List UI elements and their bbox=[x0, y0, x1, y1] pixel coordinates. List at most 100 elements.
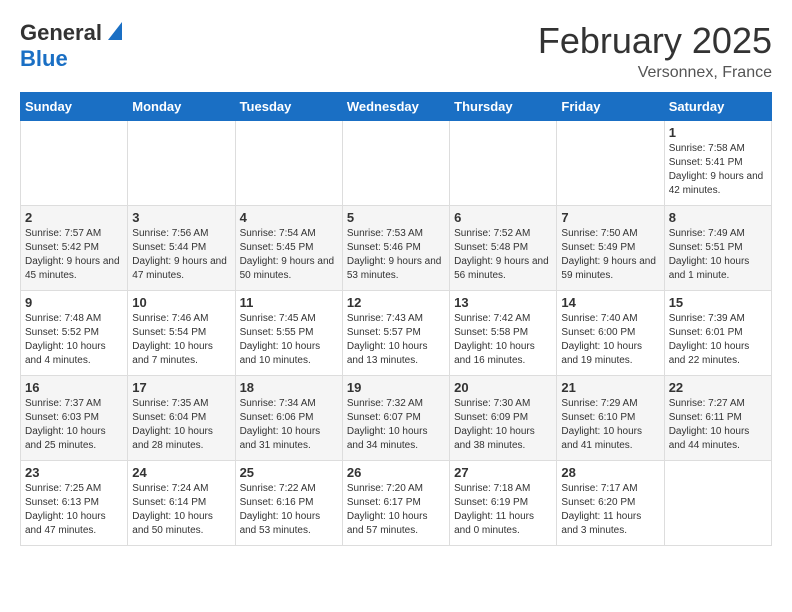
calendar-cell: 17 Sunrise: 7:35 AM Sunset: 6:04 PM Dayli… bbox=[128, 376, 235, 461]
calendar-cell: 9 Sunrise: 7:48 AM Sunset: 5:52 PM Daylig… bbox=[21, 291, 128, 376]
calendar-cell: 7 Sunrise: 7:50 AM Sunset: 5:49 PM Daylig… bbox=[557, 206, 664, 291]
calendar-cell: 8 Sunrise: 7:49 AM Sunset: 5:51 PM Daylig… bbox=[664, 206, 771, 291]
calendar-cell: 26 Sunrise: 7:20 AM Sunset: 6:17 PM Dayli… bbox=[342, 461, 449, 546]
day-info: Sunrise: 7:57 AM Sunset: 5:42 PM Dayligh… bbox=[25, 227, 123, 283]
day-number: 7 bbox=[561, 210, 659, 225]
day-number: 15 bbox=[669, 295, 767, 310]
calendar-cell: 24 Sunrise: 7:24 AM Sunset: 6:14 PM Dayli… bbox=[128, 461, 235, 546]
calendar-cell: 20Sunrise: 7:30 AM Sunset: 6:09 PM Dayli… bbox=[450, 376, 557, 461]
day-info: Sunrise: 7:20 AM Sunset: 6:17 PM Dayligh… bbox=[347, 482, 445, 538]
calendar-cell: 28 Sunrise: 7:17 AM Sunset: 6:20 PM Dayli… bbox=[557, 461, 664, 546]
calendar-cell: 19 Sunrise: 7:32 AM Sunset: 6:07 PM Dayli… bbox=[342, 376, 449, 461]
calendar-cell bbox=[21, 121, 128, 206]
day-number: 28 bbox=[561, 465, 659, 480]
calendar-cell: 11 Sunrise: 7:45 AM Sunset: 5:55 PM Dayli… bbox=[235, 291, 342, 376]
day-number: 12 bbox=[347, 295, 445, 310]
day-info: Sunrise: 7:27 AM Sunset: 6:11 PM Dayligh… bbox=[669, 397, 767, 453]
calendar-cell bbox=[664, 461, 771, 546]
calendar-cell: 14 Sunrise: 7:40 AM Sunset: 6:00 PM Dayli… bbox=[557, 291, 664, 376]
calendar-header-sunday: Sunday bbox=[21, 93, 128, 121]
calendar-cell: 13 Sunrise: 7:42 AM Sunset: 5:58 PM Dayli… bbox=[450, 291, 557, 376]
calendar-week-row: 16 Sunrise: 7:37 AM Sunset: 6:03 PM Dayli… bbox=[21, 376, 772, 461]
day-number: 20 bbox=[454, 380, 552, 395]
calendar-cell bbox=[342, 121, 449, 206]
day-info: Sunrise: 7:53 AM Sunset: 5:46 PM Dayligh… bbox=[347, 227, 445, 283]
day-number: 8 bbox=[669, 210, 767, 225]
day-info: Sunrise: 7:40 AM Sunset: 6:00 PM Dayligh… bbox=[561, 312, 659, 368]
logo: General Blue bbox=[20, 20, 122, 72]
day-number: 11 bbox=[240, 295, 338, 310]
calendar-cell bbox=[557, 121, 664, 206]
calendar-table: SundayMondayTuesdayWednesdayThursdayFrid… bbox=[20, 92, 772, 546]
day-number: 6 bbox=[454, 210, 552, 225]
calendar-cell: 15 Sunrise: 7:39 AM Sunset: 6:01 PM Dayli… bbox=[664, 291, 771, 376]
day-info: Sunrise: 7:48 AM Sunset: 5:52 PM Dayligh… bbox=[25, 312, 123, 368]
logo-blue-text: Blue bbox=[20, 46, 68, 71]
calendar-header-tuesday: Tuesday bbox=[235, 93, 342, 121]
day-info: Sunrise: 7:29 AM Sunset: 6:10 PM Dayligh… bbox=[561, 397, 659, 453]
location-label: Versonnex, France bbox=[538, 64, 772, 82]
day-number: 22 bbox=[669, 380, 767, 395]
day-info: Sunrise: 7:56 AM Sunset: 5:44 PM Dayligh… bbox=[132, 227, 230, 283]
day-info: Sunrise: 7:18 AM Sunset: 6:19 PM Dayligh… bbox=[454, 482, 552, 538]
calendar-cell: 18 Sunrise: 7:34 AM Sunset: 6:06 PM Dayli… bbox=[235, 376, 342, 461]
day-number: 16 bbox=[25, 380, 123, 395]
day-number: 3 bbox=[132, 210, 230, 225]
day-number: 18 bbox=[240, 380, 338, 395]
logo-general-text: General bbox=[20, 20, 102, 46]
day-info: Sunrise: 7:39 AM Sunset: 6:01 PM Dayligh… bbox=[669, 312, 767, 368]
day-number: 4 bbox=[240, 210, 338, 225]
day-number: 10 bbox=[132, 295, 230, 310]
calendar-header-wednesday: Wednesday bbox=[342, 93, 449, 121]
day-number: 26 bbox=[347, 465, 445, 480]
page-header: General Blue February 2025 Versonnex, Fr… bbox=[20, 20, 772, 82]
day-info: Sunrise: 7:58 AM Sunset: 5:41 PM Dayligh… bbox=[669, 142, 767, 198]
day-number: 19 bbox=[347, 380, 445, 395]
day-info: Sunrise: 7:54 AM Sunset: 5:45 PM Dayligh… bbox=[240, 227, 338, 283]
day-number: 23 bbox=[25, 465, 123, 480]
logo-icon bbox=[104, 22, 122, 40]
calendar-header-saturday: Saturday bbox=[664, 93, 771, 121]
calendar-cell: 2 Sunrise: 7:57 AM Sunset: 5:42 PM Daylig… bbox=[21, 206, 128, 291]
day-number: 25 bbox=[240, 465, 338, 480]
calendar-cell: 12 Sunrise: 7:43 AM Sunset: 5:57 PM Dayli… bbox=[342, 291, 449, 376]
calendar-week-row: 23 Sunrise: 7:25 AM Sunset: 6:13 PM Dayli… bbox=[21, 461, 772, 546]
day-number: 13 bbox=[454, 295, 552, 310]
day-info: Sunrise: 7:49 AM Sunset: 5:51 PM Dayligh… bbox=[669, 227, 767, 283]
day-info: Sunrise: 7:32 AM Sunset: 6:07 PM Dayligh… bbox=[347, 397, 445, 453]
calendar-header-friday: Friday bbox=[557, 93, 664, 121]
day-info: Sunrise: 7:35 AM Sunset: 6:04 PM Dayligh… bbox=[132, 397, 230, 453]
calendar-week-row: 1 Sunrise: 7:58 AM Sunset: 5:41 PM Daylig… bbox=[21, 121, 772, 206]
day-number: 1 bbox=[669, 125, 767, 140]
calendar-cell: 21 Sunrise: 7:29 AM Sunset: 6:10 PM Dayli… bbox=[557, 376, 664, 461]
day-info: Sunrise: 7:25 AM Sunset: 6:13 PM Dayligh… bbox=[25, 482, 123, 538]
day-number: 2 bbox=[25, 210, 123, 225]
calendar-week-row: 9 Sunrise: 7:48 AM Sunset: 5:52 PM Daylig… bbox=[21, 291, 772, 376]
calendar-cell: 22 Sunrise: 7:27 AM Sunset: 6:11 PM Dayli… bbox=[664, 376, 771, 461]
title-section: February 2025 Versonnex, France bbox=[538, 20, 772, 82]
day-number: 27 bbox=[454, 465, 552, 480]
day-number: 9 bbox=[25, 295, 123, 310]
calendar-header-row: SundayMondayTuesdayWednesdayThursdayFrid… bbox=[21, 93, 772, 121]
day-info: Sunrise: 7:37 AM Sunset: 6:03 PM Dayligh… bbox=[25, 397, 123, 453]
day-number: 21 bbox=[561, 380, 659, 395]
calendar-cell: 6 Sunrise: 7:52 AM Sunset: 5:48 PM Daylig… bbox=[450, 206, 557, 291]
day-number: 14 bbox=[561, 295, 659, 310]
calendar-cell: 16 Sunrise: 7:37 AM Sunset: 6:03 PM Dayli… bbox=[21, 376, 128, 461]
day-info: Sunrise: 7:42 AM Sunset: 5:58 PM Dayligh… bbox=[454, 312, 552, 368]
day-info: Sunrise: 7:34 AM Sunset: 6:06 PM Dayligh… bbox=[240, 397, 338, 453]
day-info: Sunrise: 7:50 AM Sunset: 5:49 PM Dayligh… bbox=[561, 227, 659, 283]
day-info: Sunrise: 7:45 AM Sunset: 5:55 PM Dayligh… bbox=[240, 312, 338, 368]
day-info: Sunrise: 7:43 AM Sunset: 5:57 PM Dayligh… bbox=[347, 312, 445, 368]
day-info: Sunrise: 7:52 AM Sunset: 5:48 PM Dayligh… bbox=[454, 227, 552, 283]
calendar-cell bbox=[235, 121, 342, 206]
calendar-cell: 4 Sunrise: 7:54 AM Sunset: 5:45 PM Daylig… bbox=[235, 206, 342, 291]
day-info: Sunrise: 7:22 AM Sunset: 6:16 PM Dayligh… bbox=[240, 482, 338, 538]
day-info: Sunrise: 7:24 AM Sunset: 6:14 PM Dayligh… bbox=[132, 482, 230, 538]
day-number: 17 bbox=[132, 380, 230, 395]
day-info: Sunrise: 7:17 AM Sunset: 6:20 PM Dayligh… bbox=[561, 482, 659, 538]
month-title: February 2025 bbox=[538, 20, 772, 62]
day-number: 5 bbox=[347, 210, 445, 225]
calendar-cell: 3 Sunrise: 7:56 AM Sunset: 5:44 PM Daylig… bbox=[128, 206, 235, 291]
day-number: 24 bbox=[132, 465, 230, 480]
